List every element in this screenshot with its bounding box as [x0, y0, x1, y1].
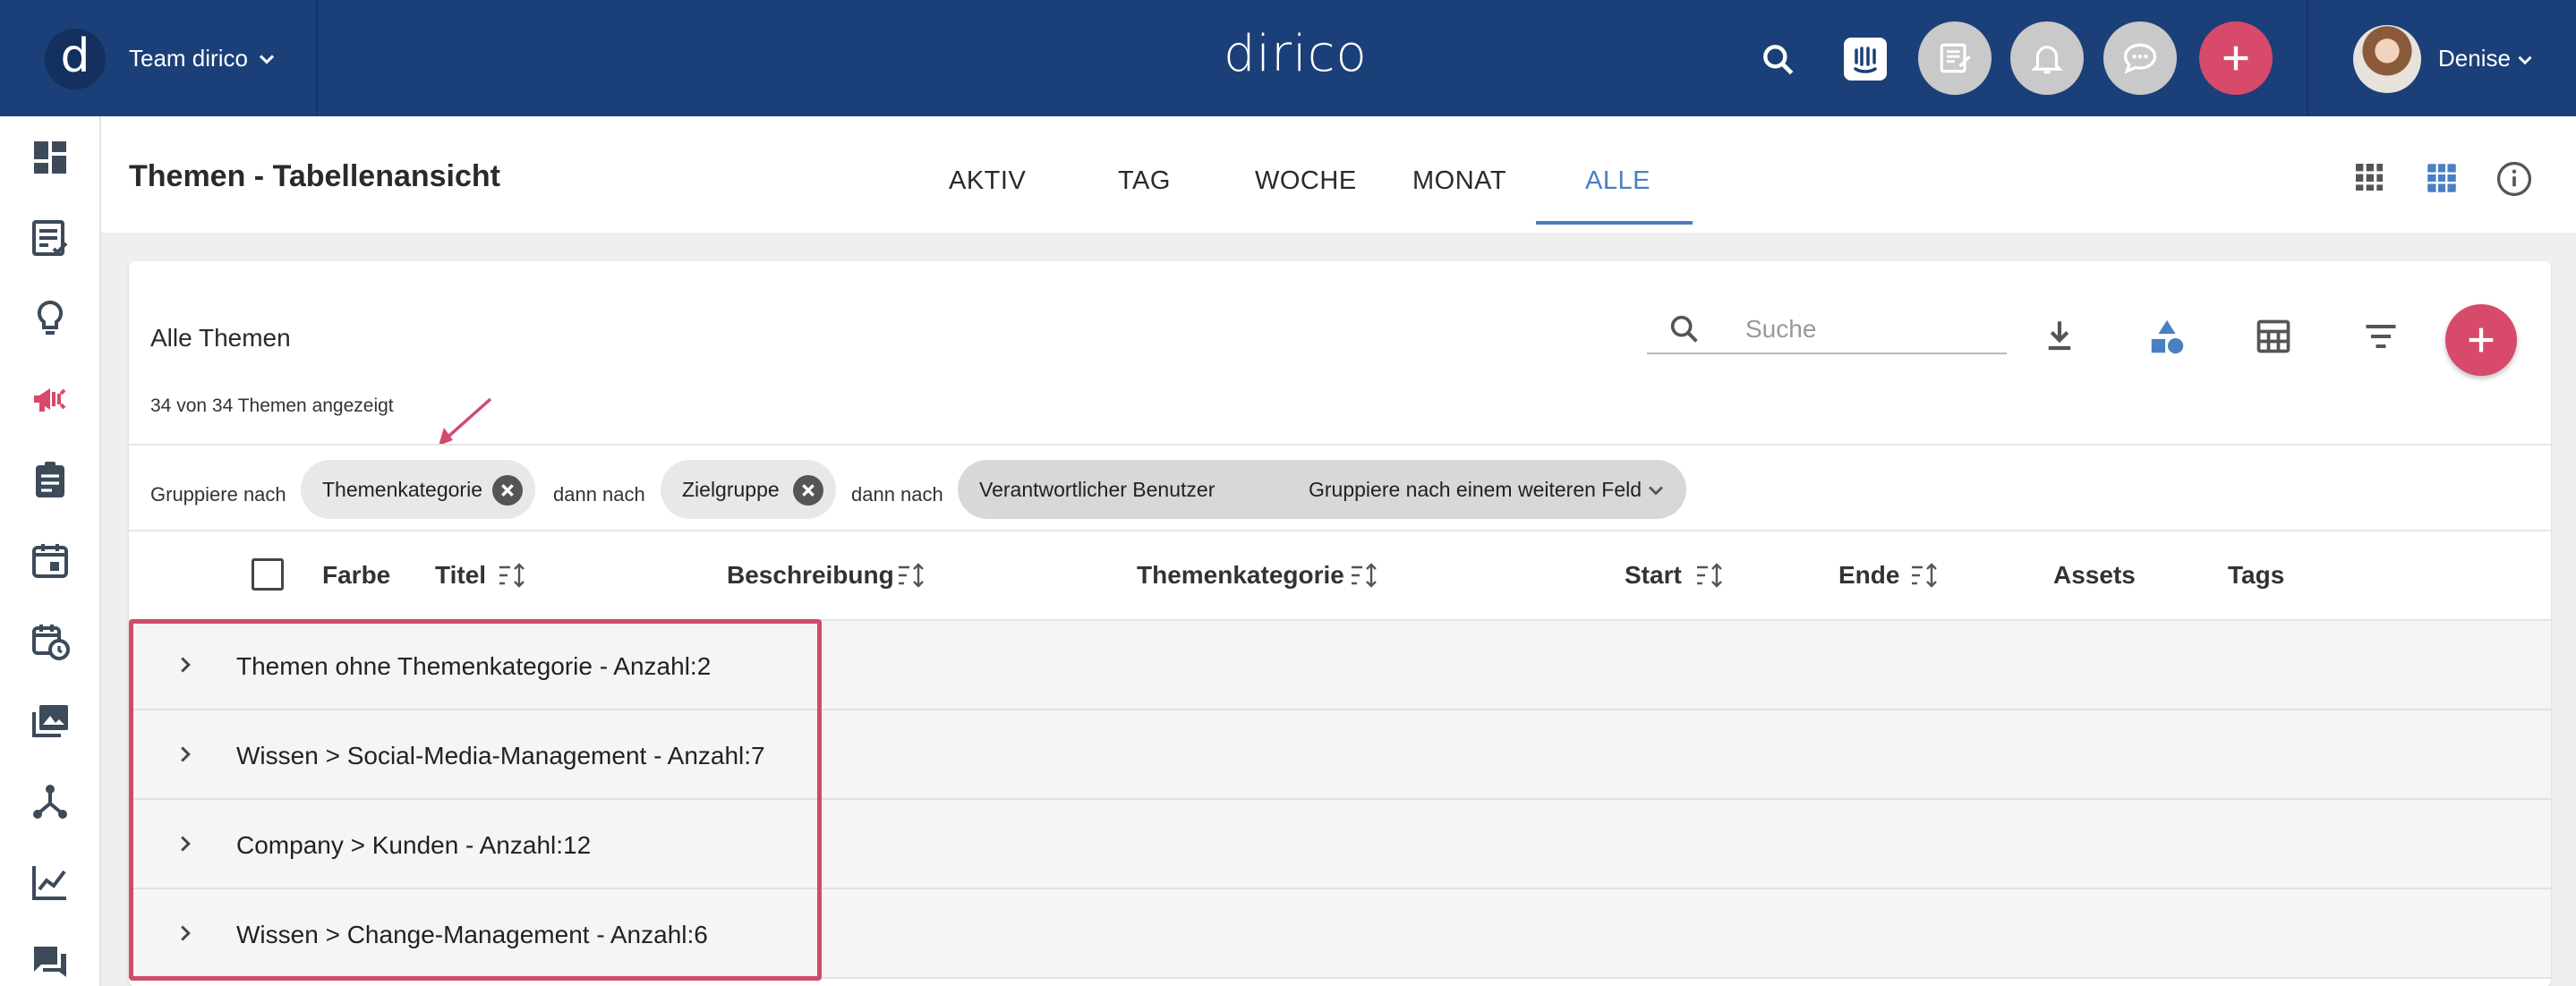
group-chip-themenkategorie[interactable]: Themenkategorie: [301, 460, 535, 519]
add-group-label: Gruppiere nach einem weiteren Feld: [1309, 478, 1642, 501]
filter-icon[interactable]: [2361, 317, 2401, 356]
tab-tag[interactable]: TAG: [1118, 166, 1171, 196]
card-title: Alle Themen: [150, 324, 291, 352]
add-theme-button[interactable]: [2445, 304, 2517, 376]
shapes-icon[interactable]: [2146, 317, 2188, 358]
divider: [2307, 0, 2308, 116]
active-tab-indicator: [1536, 221, 1693, 225]
chip-label: Verantwortlicher Benutzer: [979, 478, 1215, 501]
select-all-checkbox[interactable]: [252, 558, 284, 591]
column-header-ende[interactable]: Ende: [1838, 561, 1899, 590]
download-icon[interactable]: [2041, 317, 2078, 354]
schedule-icon[interactable]: [29, 619, 72, 662]
column-header-tags[interactable]: Tags: [2228, 561, 2284, 590]
tab-woche[interactable]: WOCHE: [1255, 166, 1357, 196]
result-count: 34 von 34 Themen angezeigt: [150, 395, 394, 416]
add-icon: [2469, 327, 2494, 353]
column-header-titel[interactable]: Titel: [435, 561, 486, 590]
notifications-button[interactable]: [2010, 21, 2084, 95]
sort-icon[interactable]: [498, 562, 528, 589]
chevron-down-icon: [259, 55, 275, 64]
column-header-assets[interactable]: Assets: [2053, 561, 2136, 590]
media-icon[interactable]: [29, 700, 72, 743]
plus-icon: [2223, 46, 2248, 71]
comments-icon[interactable]: [29, 941, 72, 984]
grid-view-icon[interactable]: [2351, 159, 2387, 195]
dirico-logo-icon: d: [45, 29, 106, 89]
page-header: Themen - Tabellenansicht AKTIV TAG WOCHE…: [101, 116, 2576, 233]
sort-icon[interactable]: [1695, 562, 1726, 589]
ideas-icon[interactable]: [29, 297, 72, 340]
search-icon[interactable]: [1759, 40, 1798, 80]
brand-logo: dirico: [1224, 25, 1368, 83]
column-header-start[interactable]: Start: [1625, 561, 1682, 590]
analytics-icon[interactable]: [29, 861, 72, 904]
search-icon: [1670, 315, 1698, 343]
themes-table-card: Alle Themen 34 von 34 Themen angezeigt G…: [129, 261, 2551, 986]
top-bar: d Team dirico dirico Denise: [0, 0, 2576, 116]
group-by-label: Gruppiere nach: [150, 483, 286, 506]
search-box[interactable]: [1647, 304, 2007, 354]
table-view-icon[interactable]: [2423, 159, 2461, 197]
workflow-icon[interactable]: [29, 780, 72, 823]
sort-icon[interactable]: [1910, 562, 1941, 589]
tab-monat[interactable]: MONAT: [1412, 166, 1506, 196]
table-config-icon[interactable]: [2254, 317, 2293, 356]
then-label: dann nach: [851, 483, 943, 506]
dashboard-icon[interactable]: [29, 136, 72, 179]
annotation-arrow: [439, 397, 492, 446]
notes-button[interactable]: [1918, 21, 1992, 95]
highlight-annotation: [129, 619, 822, 981]
grouping-bar: Gruppiere nach Themenkategorie dann nach…: [129, 460, 2551, 523]
chip-label: Themenkategorie: [322, 478, 482, 501]
remove-chip-icon[interactable]: [793, 475, 823, 506]
team-name: Team dirico: [129, 45, 248, 72]
tasks-icon[interactable]: [29, 217, 72, 259]
chevron-down-icon[interactable]: [2513, 48, 2537, 72]
tab-aktiv[interactable]: AKTIV: [949, 166, 1026, 196]
team-switcher[interactable]: d Team dirico: [0, 0, 318, 116]
remove-chip-icon[interactable]: [492, 475, 523, 506]
column-header-beschreibung[interactable]: Beschreibung: [727, 561, 894, 590]
tab-alle[interactable]: ALLE: [1585, 166, 1651, 196]
chat-icon: [2123, 43, 2157, 74]
divider: [129, 530, 2551, 531]
avatar[interactable]: [2353, 25, 2421, 93]
intercom-icon[interactable]: [1844, 38, 1887, 81]
chip-label: Zielgruppe: [682, 478, 780, 501]
global-add-button[interactable]: [2199, 21, 2273, 95]
bell-icon: [2031, 46, 2063, 74]
column-header-themenkategorie[interactable]: Themenkategorie: [1137, 561, 1344, 590]
chevron-down-icon: [1649, 486, 1663, 496]
sort-icon[interactable]: [1350, 562, 1380, 589]
page-title: Themen - Tabellenansicht: [129, 159, 501, 193]
chat-button[interactable]: [2103, 21, 2177, 95]
campaign-icon[interactable]: [29, 378, 72, 421]
then-label: dann nach: [553, 483, 645, 506]
calendar-icon[interactable]: [29, 539, 72, 582]
sort-icon[interactable]: [897, 562, 927, 589]
divider: [129, 444, 2551, 446]
notes-icon: [1940, 43, 1971, 73]
group-chip-zielgruppe[interactable]: Zielgruppe: [661, 460, 836, 519]
sidebar: [0, 116, 101, 986]
info-icon[interactable]: [2495, 159, 2534, 199]
assignment-icon[interactable]: [29, 458, 72, 501]
search-input[interactable]: [1745, 313, 1996, 345]
column-header-farbe[interactable]: Farbe: [322, 561, 390, 590]
add-group-field-select[interactable]: Gruppiere nach einem weiteren Feld: [1287, 460, 1686, 519]
user-name[interactable]: Denise: [2438, 45, 2511, 72]
